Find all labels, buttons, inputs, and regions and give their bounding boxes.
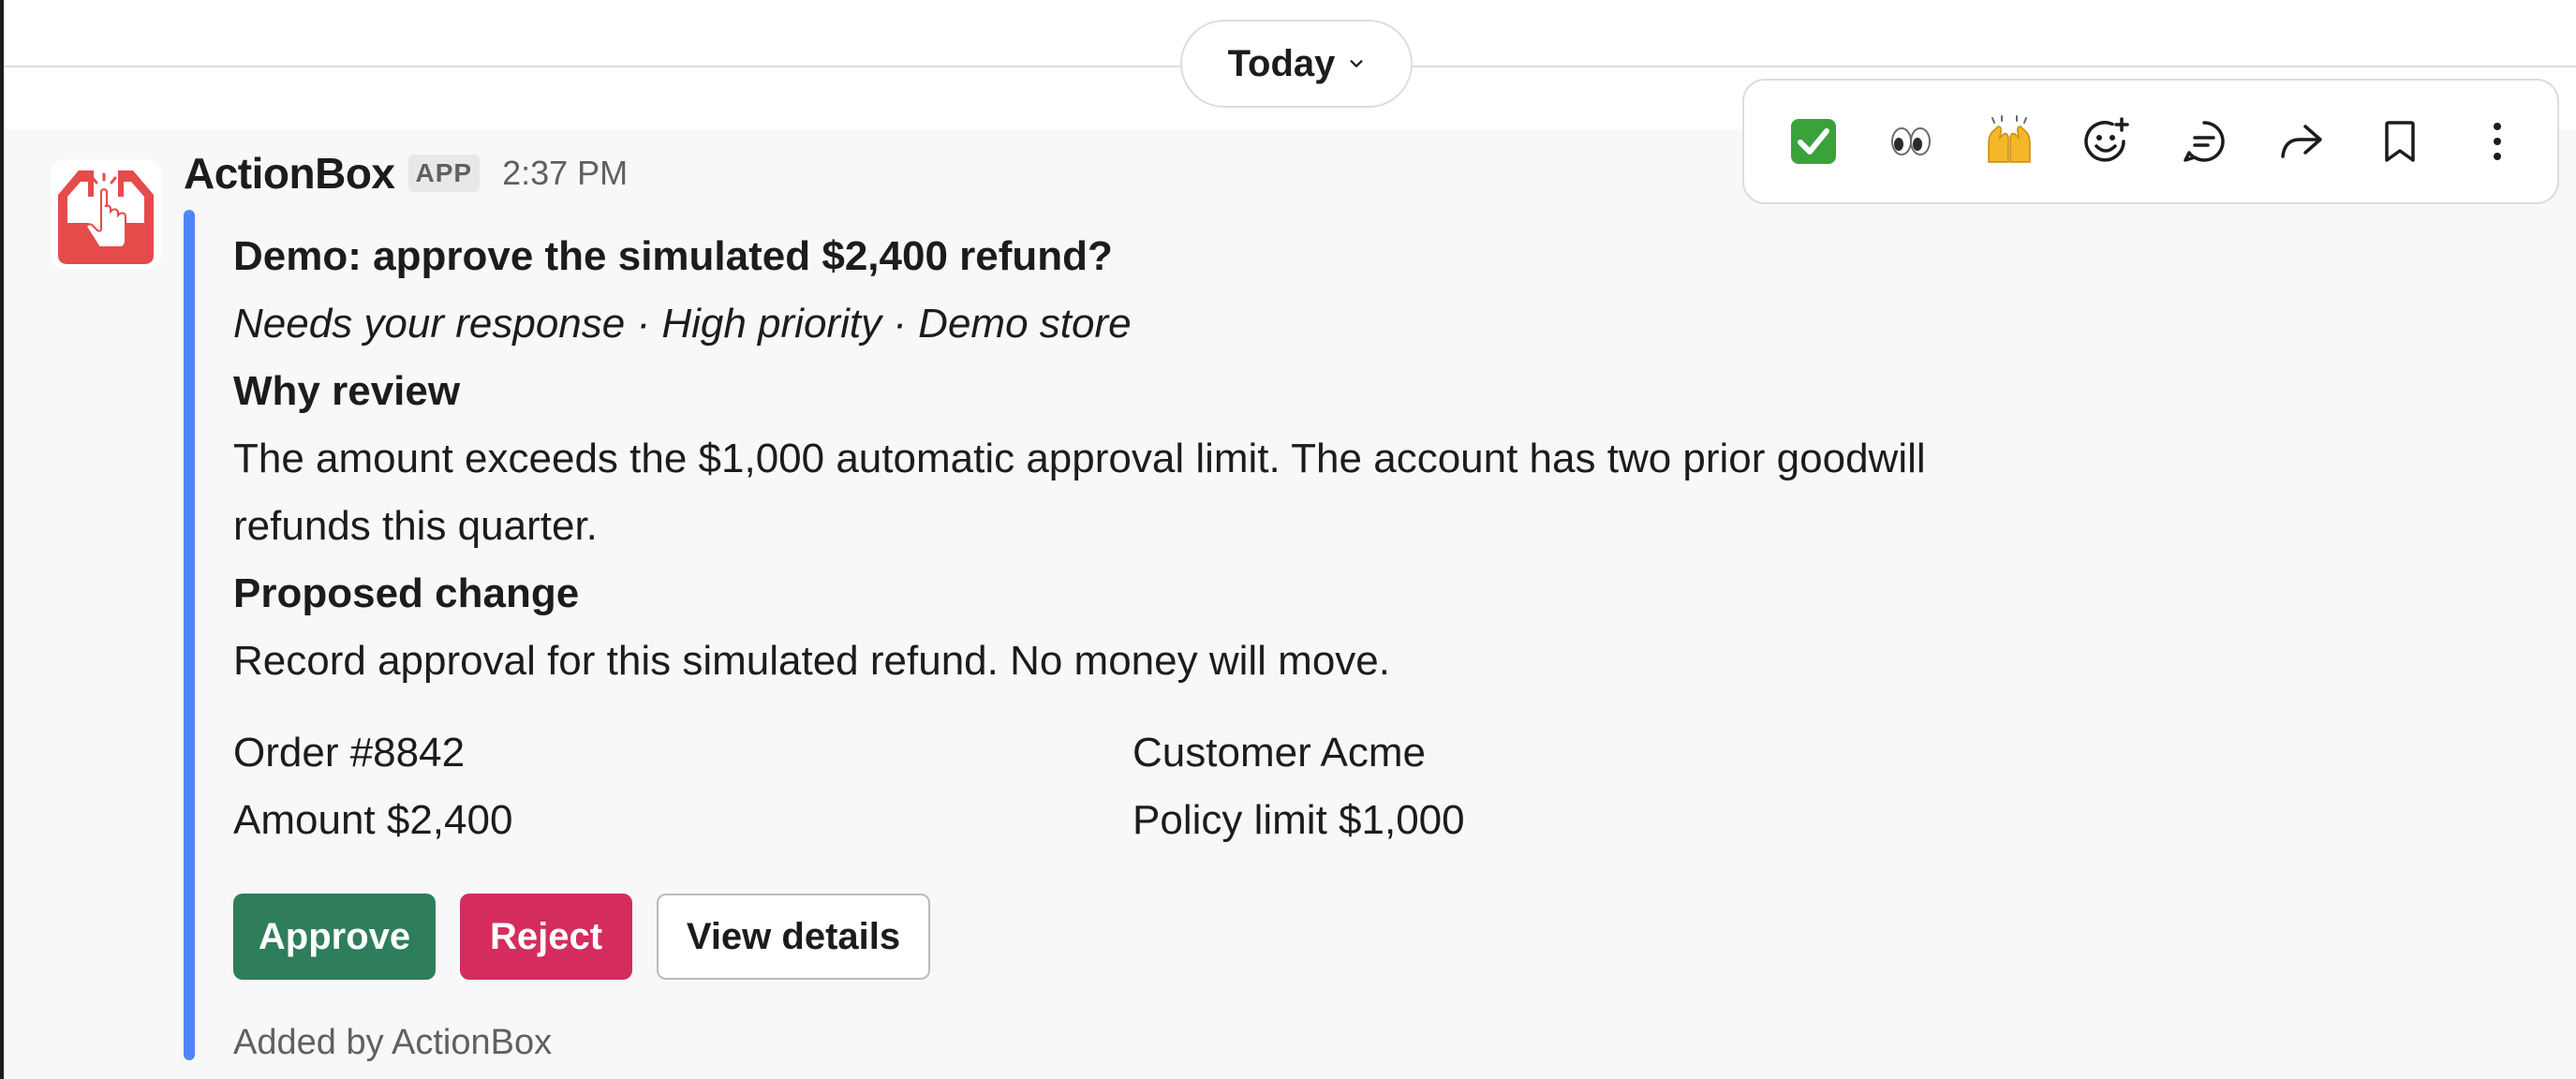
add-reaction[interactable] <box>2069 104 2144 179</box>
field-order: Order #8842 <box>233 730 466 776</box>
share-message[interactable] <box>2264 104 2339 179</box>
message-header: ActionBox APP 2:37 PM <box>184 148 628 199</box>
check-mark-emoji-icon <box>1791 119 1836 164</box>
section-heading-proposed-change: Proposed change <box>233 570 580 616</box>
section-text-proposed-change: Record approval for this simulated refun… <box>233 638 1390 684</box>
more-actions[interactable] <box>2460 104 2535 179</box>
save-for-later[interactable] <box>2362 104 2437 179</box>
add-emoji-icon <box>2084 117 2129 162</box>
app-badge: APP <box>407 155 481 192</box>
eyes-emoji-icon <box>1891 127 1932 155</box>
raised-hands-reaction[interactable] <box>1972 104 2047 179</box>
attachment-accent-bar <box>184 210 195 1060</box>
app-avatar[interactable] <box>51 159 161 270</box>
message-attachment: Demo: approve the simulated $2,400 refun… <box>233 223 2013 1066</box>
fields-grid: Order #8842 Customer Acme Amount $2,400 … <box>233 719 2013 854</box>
field-policy-limit: Policy limit $1,000 <box>1133 797 1465 843</box>
message-actions-toolbar <box>1742 79 2559 204</box>
field-amount: Amount $2,400 <box>233 797 513 843</box>
view-details-button[interactable]: View details <box>657 894 930 980</box>
date-divider-button[interactable]: Today <box>1180 20 1413 108</box>
attachment-meta: Needs your response · High priority · De… <box>233 301 1132 347</box>
attachment-footer: Added by ActionBox <box>233 1023 553 1062</box>
thread-bubble-icon <box>2184 121 2225 162</box>
approve-button[interactable]: Approve <box>233 894 436 980</box>
message-row[interactable]: ActionBox APP 2:37 PM Demo: approve the … <box>4 129 2576 1079</box>
sender-name[interactable]: ActionBox <box>184 148 395 199</box>
action-buttons: Approve Reject View details <box>233 894 2013 980</box>
field-customer: Customer Acme <box>1133 730 1426 776</box>
reject-button[interactable]: Reject <box>460 894 632 980</box>
message-timestamp[interactable]: 2:37 PM <box>502 154 628 193</box>
forward-arrow-icon <box>2281 125 2323 158</box>
attachment-title: Demo: approve the simulated $2,400 refun… <box>233 233 1113 279</box>
eyes-reaction[interactable] <box>1873 104 1948 179</box>
actionbox-logo-icon <box>51 159 161 270</box>
date-divider-label: Today <box>1227 42 1336 84</box>
reply-in-thread[interactable] <box>2167 104 2242 179</box>
chevron-down-icon <box>1350 60 1363 67</box>
raised-hands-emoji-icon <box>1987 115 2031 163</box>
vertical-ellipsis-icon <box>2493 123 2501 160</box>
bookmark-icon <box>2384 121 2415 162</box>
white-check-mark-reaction[interactable] <box>1776 104 1851 179</box>
section-text-why-review: The amount exceeds the $1,000 automatic … <box>233 436 1926 549</box>
section-heading-why-review: Why review <box>233 368 461 414</box>
